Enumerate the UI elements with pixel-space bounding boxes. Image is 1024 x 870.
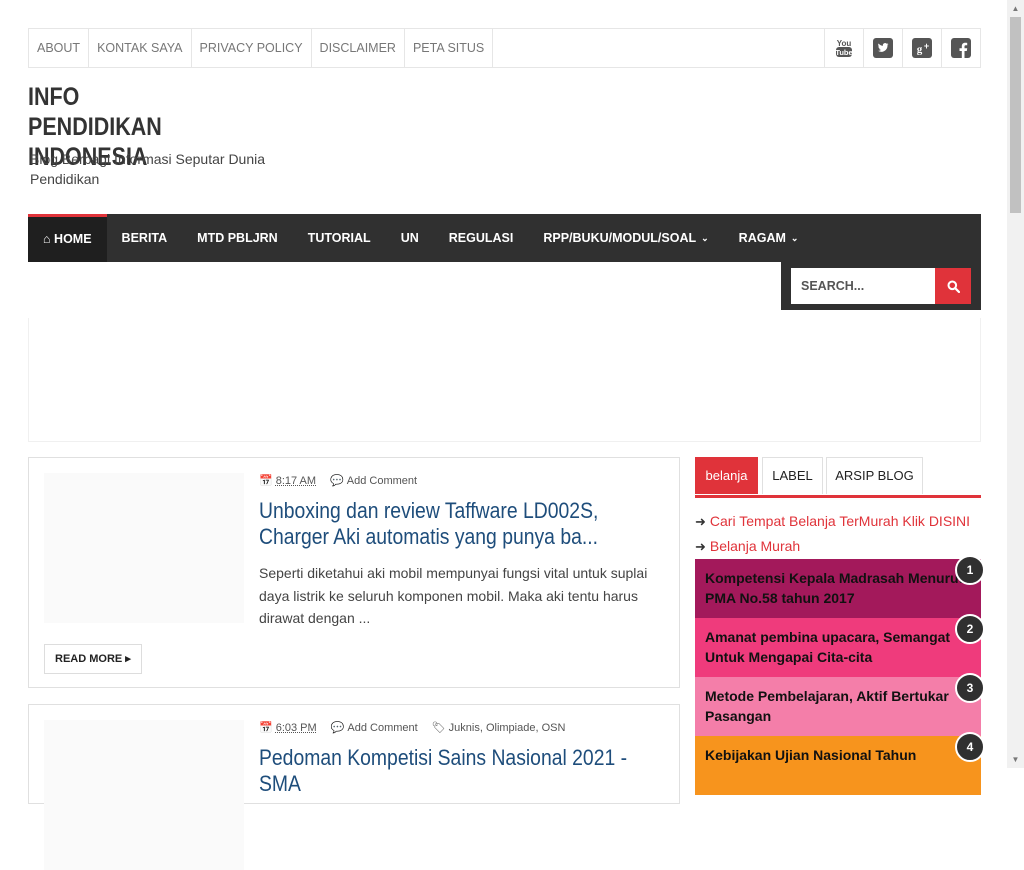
- post-labels-text: Juknis, Olimpiade, OSN: [448, 721, 566, 734]
- popular-post-item[interactable]: Kebijakan Ujian Nasional Tahun 4: [695, 732, 985, 795]
- chevron-down-icon: ⌄: [790, 233, 799, 243]
- post-card: 📅 6:03 PM 💬 Add Comment 🏷 Juknis, Olimpi…: [28, 704, 680, 870]
- top-link-privacy[interactable]: PRIVACY POLICY: [192, 29, 312, 67]
- social-links: You Tube g +: [824, 29, 980, 67]
- post-card: 📅 8:17 AM 💬 Add Comment Unboxing dan rev…: [28, 457, 680, 688]
- post-time-text: 6:03 PM: [275, 721, 317, 734]
- nav-home-label: HOME: [54, 232, 92, 246]
- sidebar-link[interactable]: ➜ Cari Tempat Belanja TerMurah Klik DISIN…: [695, 509, 985, 534]
- post-excerpt: Seperti diketahui aki mobil mempunyai fu…: [259, 565, 648, 626]
- nav-berita[interactable]: BERITA: [107, 214, 183, 262]
- read-more-button[interactable]: READ MORE ▸: [44, 644, 142, 674]
- popular-post-rank: 3: [955, 673, 985, 703]
- post-comment-text: Add Comment: [347, 721, 418, 734]
- post-comment[interactable]: 💬 Add Comment: [330, 721, 418, 735]
- popular-post-item[interactable]: Metode Pembelajaran, Aktif Bertukar Pasa…: [695, 673, 985, 736]
- svg-text:+: +: [924, 41, 929, 51]
- post-time: 📅 6:03 PM: [259, 721, 317, 735]
- scroll-down-arrow-icon[interactable]: ▼: [1007, 751, 1024, 768]
- popular-post-title: Kebijakan Ujian Nasional Tahun: [705, 747, 917, 763]
- twitter-icon[interactable]: [863, 29, 902, 67]
- chevron-down-icon: ⌄: [701, 233, 709, 243]
- popular-post-item[interactable]: Kompetensi Kepala Madrasah Menurut PMA N…: [695, 555, 985, 618]
- site-title-line1: INFO PENDIDIKAN: [28, 83, 162, 141]
- sidebar-links: ➜ Cari Tempat Belanja TerMurah Klik DISIN…: [695, 509, 985, 559]
- post-meta: 📅 6:03 PM 💬 Add Comment 🏷 Juknis, Olimpi…: [259, 721, 566, 735]
- popular-post-rank: 4: [955, 732, 985, 762]
- search-box: [781, 262, 981, 310]
- svg-text:g: g: [917, 44, 923, 56]
- post-time-text: 8:17 AM: [275, 474, 317, 487]
- nav-ragam-label: RAGAM: [738, 231, 786, 245]
- top-link-peta-situs[interactable]: PETA SITUS: [405, 29, 494, 67]
- nav-regulasi[interactable]: REGULASI: [434, 214, 529, 262]
- top-links: ABOUT KONTAK SAYA PRIVACY POLICY DISCLAI…: [29, 29, 494, 67]
- calendar-icon: 📅: [259, 722, 273, 734]
- arrow-right-icon: ➜: [695, 514, 706, 529]
- popular-post-rank: 2: [955, 614, 985, 644]
- popular-post-title: Amanat pembina upacara, Semangat Untuk M…: [705, 629, 951, 665]
- scroll-up-arrow-icon[interactable]: ▲: [1007, 0, 1024, 17]
- svg-text:You: You: [837, 39, 852, 48]
- site-description: Blog Berbagi Informasi Seputar Dunia Pen…: [30, 151, 266, 187]
- nav-home[interactable]: ⌂ HOME: [28, 214, 107, 262]
- arrow-right-icon: ➜: [695, 539, 706, 554]
- ad-area: [28, 318, 981, 442]
- popular-posts: Kompetensi Kepala Madrasah Menurut PMA N…: [695, 555, 985, 795]
- search-input[interactable]: [791, 268, 935, 304]
- post-title[interactable]: Pedoman Kompetisi Sains Nasional 2021 - …: [259, 745, 673, 797]
- nav-rpp-label: RPP/BUKU/MODUL/SOAL: [543, 231, 697, 245]
- tab-label[interactable]: LABEL: [762, 457, 823, 494]
- top-bar: ABOUT KONTAK SAYA PRIVACY POLICY DISCLAI…: [28, 28, 981, 68]
- tab-arsip-blog[interactable]: ARSIP BLOG: [826, 457, 923, 494]
- home-icon: ⌂: [43, 232, 51, 246]
- sidebar-tabs: belanja LABEL ARSIP BLOG: [695, 457, 981, 498]
- nav-tutorial[interactable]: TUTORIAL: [293, 214, 386, 262]
- page-scrollbar[interactable]: ▲ ▼: [1007, 0, 1024, 768]
- nav-ragam-dropdown[interactable]: RAGAM ⌄: [724, 214, 814, 262]
- post-comment-text: Add Comment: [346, 474, 418, 487]
- popular-post-item[interactable]: Amanat pembina upacara, Semangat Untuk M…: [695, 614, 985, 677]
- youtube-icon[interactable]: You Tube: [824, 29, 863, 67]
- comments-icon: 💬: [330, 475, 344, 487]
- facebook-icon[interactable]: [941, 29, 980, 67]
- comments-icon: 💬: [330, 722, 345, 734]
- post-title[interactable]: Unboxing dan review Taffware LD002S, Cha…: [259, 498, 673, 550]
- popular-post-rank: 1: [955, 555, 985, 585]
- caret-right-icon: ▸: [125, 653, 131, 665]
- popular-post-title: Metode Pembelajaran, Aktif Bertukar Pasa…: [705, 688, 949, 724]
- top-link-kontak[interactable]: KONTAK SAYA: [89, 29, 192, 67]
- read-more-label: READ MORE: [55, 653, 123, 665]
- search-button[interactable]: [935, 268, 971, 304]
- nav-rpp-dropdown[interactable]: RPP/BUKU/MODUL/SOAL ⌄: [528, 214, 723, 262]
- popular-post-title: Kompetensi Kepala Madrasah Menurut PMA N…: [705, 570, 964, 606]
- post-time: 📅 8:17 AM: [259, 474, 317, 488]
- sidebar-link[interactable]: ➜ Belanja Murah: [695, 534, 985, 559]
- post-meta: 📅 8:17 AM 💬 Add Comment: [259, 474, 418, 488]
- main-nav: ⌂ HOME BERITA MTD PBLJRN TUTORIAL UN REG…: [28, 214, 981, 262]
- top-link-about[interactable]: ABOUT: [29, 29, 90, 67]
- nav-un[interactable]: UN: [386, 214, 434, 262]
- top-link-disclaimer[interactable]: DISCLAIMER: [312, 29, 405, 67]
- nav-mtd-pbljrn[interactable]: MTD PBLJRN: [182, 214, 293, 262]
- scrollbar-thumb[interactable]: [1010, 17, 1021, 213]
- svg-text:Tube: Tube: [835, 48, 852, 57]
- tags-icon: 🏷: [431, 722, 446, 734]
- sidebar-link-text: Belanja Murah: [709, 538, 801, 554]
- post-thumbnail[interactable]: [44, 473, 244, 623]
- sidebar-link-text: Cari Tempat Belanja TerMurah Klik DISINI: [709, 513, 971, 529]
- post-thumbnail[interactable]: [44, 720, 244, 870]
- google-plus-icon[interactable]: g +: [902, 29, 941, 67]
- post-comment[interactable]: 💬 Add Comment: [330, 474, 418, 488]
- calendar-icon: 📅: [259, 475, 273, 487]
- tab-belanja[interactable]: belanja: [695, 457, 758, 494]
- post-labels[interactable]: 🏷 Juknis, Olimpiade, OSN: [431, 721, 566, 735]
- search-icon: [947, 280, 960, 293]
